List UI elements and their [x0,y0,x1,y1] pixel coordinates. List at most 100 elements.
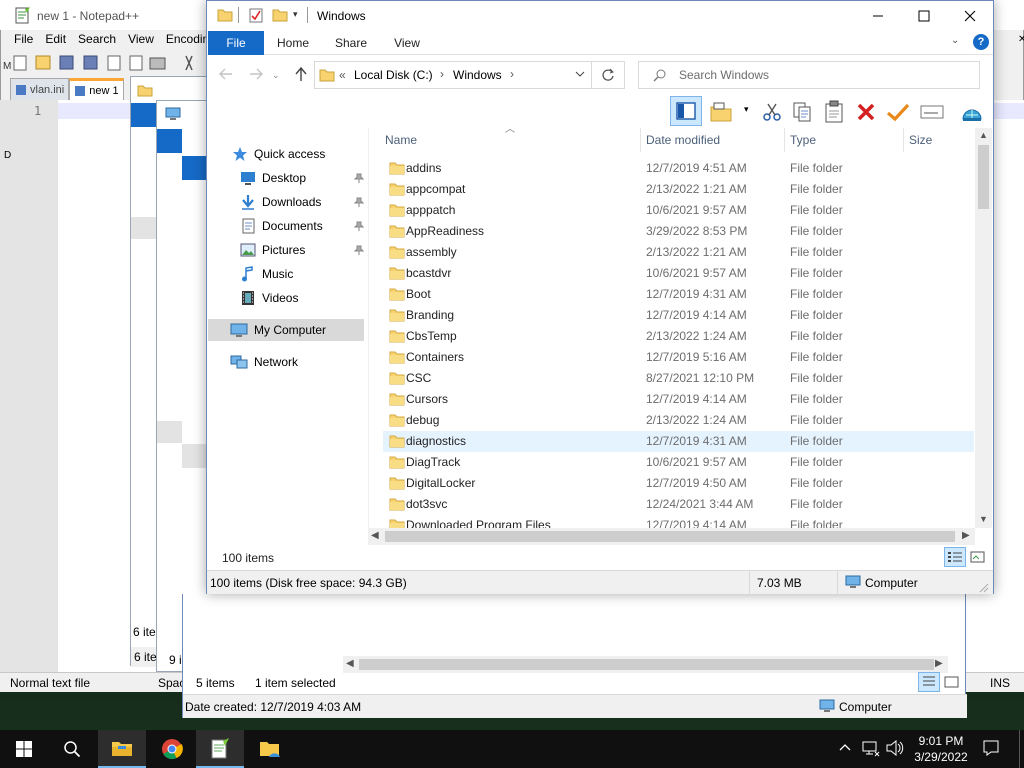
file-date: 12/24/2021 3:44 AM [646,497,754,511]
file-row[interactable]: Boot 12/7/2019 4:31 AM File folder [383,284,974,305]
file-name: Downloaded Program Files [406,518,551,528]
file-row[interactable]: addins 12/7/2019 4:51 AM File folder [383,158,974,179]
taskbar-network-folder[interactable] [246,730,294,768]
file-date: 2/13/2022 1:21 AM [646,245,747,259]
folder-icon [389,308,405,322]
file-row[interactable]: apppatch 10/6/2021 9:57 AM File folder [383,200,974,221]
hscroll-thumb[interactable] [385,531,955,542]
volume-icon[interactable] [886,740,904,756]
detail-divider [837,571,838,595]
details-view-button[interactable] [944,547,966,567]
taskbar-file-explorer[interactable] [98,730,146,768]
file-row[interactable]: appcompat 2/13/2022 1:21 AM File folder [383,179,974,200]
start-button[interactable] [0,730,48,768]
explorer-statusbar: 100 items [207,545,993,569]
notepadpp-icon [211,738,229,759]
tray-chevron-icon[interactable] [838,741,852,753]
file-row[interactable]: AppReadiness 3/29/2022 8:53 PM File folder [383,221,974,242]
file-name: debug [406,413,440,427]
file-row[interactable]: CSC 8/27/2021 12:10 PM File folder [383,368,974,389]
file-name: addins [406,161,442,175]
hscroll-thumb[interactable] [359,659,934,670]
folder-icon [389,434,405,448]
file-name: bcastdvr [406,266,452,280]
file-row[interactable]: Containers 12/7/2019 5:16 AM File folder [383,347,974,368]
network-tray-icon[interactable] [862,739,880,757]
clock-date[interactable]: 3/29/2022 [910,750,972,764]
file-name: DiagTrack [406,455,461,469]
file-type: File folder [790,182,843,196]
file-name: appcompat [406,182,466,196]
hscroll-track[interactable]: ◀ ▶ [343,656,948,673]
folder-icon [389,350,405,364]
search-icon [64,741,81,758]
file-type: File folder [790,308,843,322]
file-name: dot3svc [406,497,448,511]
file-row[interactable]: DigitalLocker 12/7/2019 4:50 AM File folde… [383,473,974,494]
show-desktop-button[interactable] [1019,730,1024,768]
folder-icon [389,371,405,385]
details-view-button[interactable] [918,672,940,692]
file-type: File folder [790,203,843,217]
large-icons-view-button[interactable] [943,674,961,690]
location-label: Computer [839,700,892,714]
taskbar-notepadpp[interactable] [196,730,244,768]
file-type: File folder [790,518,843,528]
windows-logo-icon [16,741,32,757]
vscroll-thumb[interactable] [978,145,989,209]
file-row[interactable]: diagnostics 12/7/2019 4:31 AM File folder [383,431,974,452]
file-date: 12/7/2019 4:14 AM [646,518,747,528]
large-icons-view-button[interactable] [969,549,987,565]
items-count: 6 ite [133,625,156,639]
horizontal-scrollbar[interactable]: ◀ ▶ [368,528,975,545]
file-type: File folder [790,434,843,448]
file-type: File folder [790,455,843,469]
file-date: 10/6/2021 9:57 AM [646,203,747,217]
disk-info: 100 items (Disk free space: 94.3 GB) [210,576,407,590]
file-type: File folder [790,497,843,511]
file-name: apppatch [406,203,456,217]
notifications-icon[interactable] [982,739,1000,757]
file-date: 3/29/2022 8:53 PM [646,224,748,238]
file-row[interactable]: Cursors 12/7/2019 4:14 AM File folder [383,389,974,410]
scroll-down-icon[interactable]: ▼ [979,514,988,524]
file-row[interactable]: debug 2/13/2022 1:24 AM File folder [383,410,974,431]
file-type: File folder [790,329,843,343]
resize-grip-icon[interactable] [979,583,989,593]
status-ins: INS [990,676,1011,690]
file-name: CbsTemp [406,329,457,343]
chrome-icon [162,739,183,760]
file-date: 2/13/2022 1:21 AM [646,182,747,196]
taskbar-chrome[interactable] [148,730,196,768]
file-date: 8/27/2021 12:10 PM [646,371,755,385]
detail-divider [749,571,750,595]
file-row[interactable]: DiagTrack 10/6/2021 9:57 AM File folder [383,452,974,473]
scroll-right-icon[interactable]: ▶ [935,658,943,669]
scroll-up-icon[interactable]: ▲ [979,130,988,140]
items-count: 9 i [169,653,182,667]
scroll-left-icon[interactable]: ◀ [346,658,354,669]
file-row[interactable]: Downloaded Program Files 12/7/2019 4:14 A… [383,515,974,528]
file-date: 12/7/2019 4:31 AM [646,287,747,301]
scroll-right-icon[interactable]: ▶ [962,530,970,541]
file-name: assembly [406,245,457,259]
folder-icon [389,497,405,511]
clock-time[interactable]: 9:01 PM [910,734,972,748]
folder-icon [389,455,405,469]
vertical-scrollbar[interactable]: ▲ ▼ [975,128,992,528]
file-row[interactable]: dot3svc 12/24/2021 3:44 AM File folder [383,494,974,515]
file-date: 2/13/2022 1:24 AM [646,329,747,343]
explorer-detailbar: 100 items (Disk free space: 94.3 GB) 7.0… [207,570,993,595]
file-row[interactable]: Branding 12/7/2019 4:14 AM File folder [383,305,974,326]
taskbar: 9:01 PM 3/29/2022 [0,730,1024,768]
file-type: File folder [790,413,843,427]
file-row[interactable]: CbsTemp 2/13/2022 1:24 AM File folder [383,326,974,347]
file-row[interactable]: assembly 2/13/2022 1:21 AM File folder [383,242,974,263]
file-date: 10/6/2021 9:57 AM [646,455,747,469]
folder-icon [389,266,405,280]
folder-icon [389,182,405,196]
scroll-left-icon[interactable]: ◀ [371,530,379,541]
taskbar-search-button[interactable] [48,730,96,768]
file-row[interactable]: bcastdvr 10/6/2021 9:57 AM File folder [383,263,974,284]
folder-icon [389,287,405,301]
